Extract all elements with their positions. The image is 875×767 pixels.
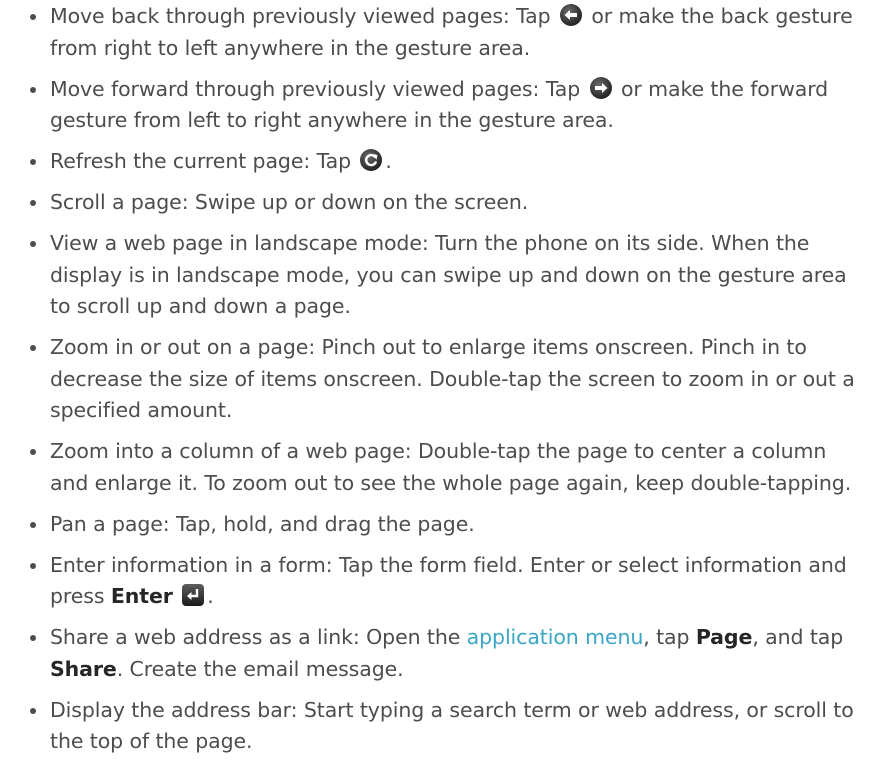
refresh-icon <box>359 148 383 172</box>
list-item-pan: Pan a page: Tap, hold, and drag the page… <box>30 509 860 541</box>
item-text: Move back through previously viewed page… <box>50 4 557 28</box>
list-item-form: Enter information in a form: Tap the for… <box>30 550 860 613</box>
list-item-landscape: View a web page in landscape mode: Turn … <box>30 228 860 323</box>
list-item-zoom: Zoom in or out on a page: Pinch out to e… <box>30 332 860 427</box>
share-label: Share <box>50 656 117 681</box>
item-text-cont: . <box>207 584 214 608</box>
list-item-zoom-column: Zoom into a column of a web page: Double… <box>30 436 860 499</box>
list-item-forward: Move forward through previously viewed p… <box>30 74 860 137</box>
item-text: , and tap <box>752 625 844 649</box>
list-item-address-bar: Display the address bar: Start typing a … <box>30 695 860 758</box>
enter-key-label: Enter <box>110 584 173 608</box>
list-item-back: Move back through previously viewed page… <box>30 1 860 64</box>
application-menu-link[interactable]: application menu <box>467 625 644 649</box>
item-text: Move forward through previously viewed p… <box>50 76 587 101</box>
list-item-share: Share a web address as a link: Open the … <box>30 622 860 685</box>
back-arrow-icon <box>559 3 583 27</box>
forward-arrow-icon <box>589 76 613 100</box>
page-label: Page <box>695 625 753 649</box>
list-item-refresh: Refresh the current page: Tap . <box>30 146 860 178</box>
item-text-cont: . Create the email message. <box>116 656 404 681</box>
enter-key-icon <box>181 583 205 607</box>
instruction-list: Move back through previously viewed page… <box>30 1 860 767</box>
list-item-scroll: Scroll a page: Swipe up or down on the s… <box>30 187 860 219</box>
item-text: Share a web address as a link: Open the <box>50 625 467 649</box>
item-text-cont: . <box>385 149 392 173</box>
item-text: , tap <box>643 625 696 649</box>
document-page: Move back through previously viewed page… <box>0 0 875 763</box>
item-text: Refresh the current page: Tap <box>50 149 358 173</box>
